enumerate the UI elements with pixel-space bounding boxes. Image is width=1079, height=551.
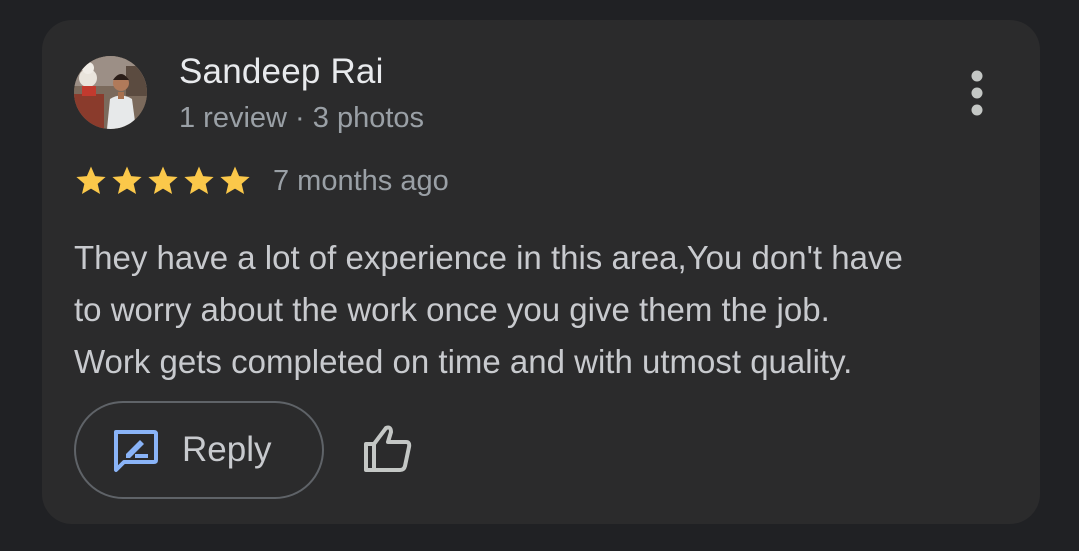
review-text: They have a lot of experience in this ar… [74,232,1004,388]
reply-label: Reply [182,430,272,469]
star-icon [184,166,214,195]
review-text-line: Work gets completed on time and with utm… [74,343,853,380]
star-icon [220,166,250,195]
star-icon [148,166,178,195]
star-icon [76,166,106,195]
reply-button[interactable]: Reply [74,401,324,499]
star-icon [112,166,142,195]
avatar[interactable] [74,56,147,129]
reviewer-name[interactable]: Sandeep Rai [179,52,384,92]
reviewer-meta: 1 review · 3 photos [179,102,425,134]
review-time: 7 months ago [273,165,449,197]
review-card: Sandeep Rai 1 review · 3 photos 7 months… [42,20,1040,524]
avatar-image [74,56,147,129]
review-text-line: to worry about the work once you give th… [74,291,830,328]
thumb-up-icon[interactable] [360,420,416,476]
more-vert-icon[interactable] [960,68,994,118]
review-text-line: They have a lot of experience in this ar… [74,239,903,276]
rate-review-icon [114,430,158,472]
star-rating [74,164,252,198]
